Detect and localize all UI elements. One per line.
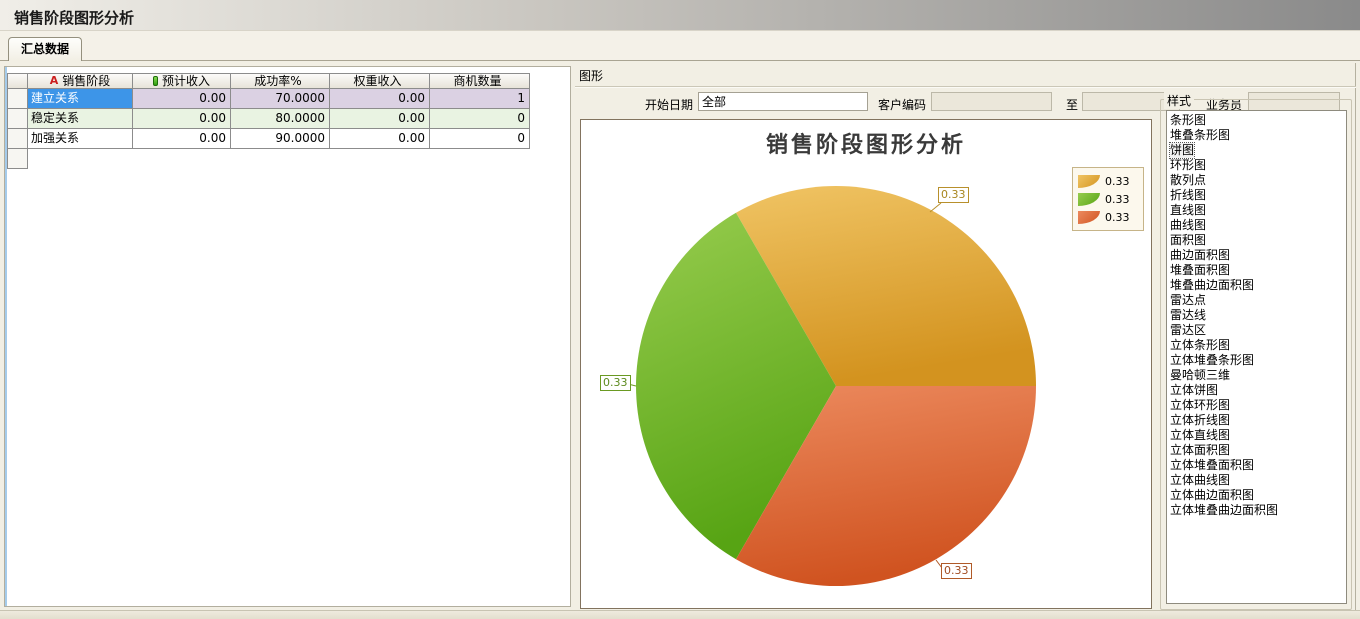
cell-expected[interactable]: 0.00 — [133, 109, 231, 129]
cell-stage[interactable]: 稳定关系 — [28, 109, 133, 129]
sort-a-icon: A — [50, 74, 59, 88]
style-list-item[interactable]: 雷达点 — [1168, 293, 1345, 308]
style-list-item[interactable]: 雷达区 — [1168, 323, 1345, 338]
legend-swatch-red-icon — [1078, 211, 1100, 224]
row-indicator — [8, 149, 28, 169]
customer-code-input[interactable] — [931, 92, 1052, 111]
style-list-item[interactable]: 直线图 — [1168, 203, 1345, 218]
style-list-item[interactable]: 面积图 — [1168, 233, 1345, 248]
pie-chart — [581, 120, 1151, 608]
style-list-item[interactable]: 堆叠曲边面积图 — [1168, 278, 1345, 293]
cell-expected[interactable]: 0.00 — [133, 89, 231, 109]
legend-item: 0.33 — [1078, 208, 1138, 226]
style-list-item[interactable]: 立体曲线图 — [1168, 473, 1345, 488]
chart-style-list[interactable]: 条形图 堆叠条形图 饼图 环形图 散列点 折线图 直线图 曲线图 面积图 曲边面… — [1166, 110, 1347, 604]
style-list-item[interactable]: 立体面积图 — [1168, 443, 1345, 458]
cell-count[interactable]: 1 — [430, 89, 530, 109]
style-group-title: 样式 — [1164, 92, 1194, 109]
cell-count[interactable]: 0 — [430, 129, 530, 149]
style-list-item[interactable]: 立体堆叠条形图 — [1168, 353, 1345, 368]
tab-strip: 汇总数据 — [0, 31, 1360, 61]
slice-label-red: 0.33 — [941, 563, 972, 579]
content-area: A 销售阶段 预计收入 成功率% 权重收入 商机数量 建立关系 0.00 70.… — [0, 61, 1360, 610]
column-header-success[interactable]: 成功率% — [231, 74, 330, 89]
cell-weighted[interactable]: 0.00 — [330, 109, 430, 129]
cell-weighted[interactable]: 0.00 — [330, 129, 430, 149]
tab-summary-data[interactable]: 汇总数据 — [8, 37, 82, 61]
style-list-item[interactable]: 散列点 — [1168, 173, 1345, 188]
leader-line-orange — [930, 203, 941, 212]
sales-stage-table: A 销售阶段 预计收入 成功率% 权重收入 商机数量 建立关系 0.00 70.… — [7, 73, 530, 169]
cell-success[interactable]: 70.0000 — [231, 89, 330, 109]
cell-success[interactable]: 80.0000 — [231, 109, 330, 129]
legend-swatch-green-icon — [1078, 193, 1100, 206]
column-header-weighted[interactable]: 权重收入 — [330, 74, 430, 89]
cell-success[interactable]: 90.0000 — [231, 129, 330, 149]
panel-divider — [575, 86, 1356, 88]
style-list-item[interactable]: 条形图 — [1168, 113, 1345, 128]
table-row[interactable]: 加强关系 0.00 90.0000 0.00 0 — [8, 129, 530, 149]
start-date-label: 开始日期 — [645, 96, 693, 113]
cell-count[interactable]: 0 — [430, 109, 530, 129]
table-row[interactable]: 建立关系 0.00 70.0000 0.00 1 — [8, 89, 530, 109]
slice-label-green: 0.33 — [600, 375, 631, 391]
style-list-item-selected[interactable]: 饼图 — [1168, 143, 1345, 158]
chart-legend: 0.33 0.33 0.33 — [1072, 167, 1144, 231]
page-title: 销售阶段图形分析 — [14, 7, 134, 28]
style-list-item[interactable]: 立体条形图 — [1168, 338, 1345, 353]
legend-swatch-orange-icon — [1078, 175, 1100, 188]
summary-table-panel: A 销售阶段 预计收入 成功率% 权重收入 商机数量 建立关系 0.00 70.… — [4, 66, 571, 607]
customer-code-label: 客户编码 — [878, 96, 926, 113]
style-list-item[interactable]: 曲线图 — [1168, 218, 1345, 233]
filter-pin-icon — [153, 76, 158, 86]
empty-indicator-row — [8, 149, 530, 169]
style-list-item[interactable]: 堆叠条形图 — [1168, 128, 1345, 143]
column-header-expected-label: 预计收入 — [162, 74, 210, 88]
graph-panel-title: 图形 — [579, 67, 603, 84]
row-indicator — [8, 129, 28, 149]
style-list-item[interactable]: 立体环形图 — [1168, 398, 1345, 413]
column-header-stage-label: 销售阶段 — [62, 74, 110, 88]
column-header-expected[interactable]: 预计收入 — [133, 74, 231, 89]
pie-chart-container: 销售阶段图形分析 0.33 0.33 0.33 0.33 0.33 0.33 — [580, 119, 1152, 609]
style-list-item[interactable]: 曼哈顿三维 — [1168, 368, 1345, 383]
chart-title: 销售阶段图形分析 — [581, 127, 1151, 159]
style-groupbox: 样式 条形图 堆叠条形图 饼图 环形图 散列点 折线图 直线图 曲线图 面积图 … — [1160, 99, 1352, 610]
window-titlebar: 销售阶段图形分析 — [0, 0, 1360, 31]
style-list-item[interactable]: 堆叠面积图 — [1168, 263, 1345, 278]
legend-item: 0.33 — [1078, 190, 1138, 208]
style-list-item[interactable]: 立体直线图 — [1168, 428, 1345, 443]
row-indicator-header — [8, 74, 28, 89]
style-list-item[interactable]: 环形图 — [1168, 158, 1345, 173]
style-list-item[interactable]: 立体堆叠曲边面积图 — [1168, 503, 1345, 518]
legend-item: 0.33 — [1078, 172, 1138, 190]
slice-label-orange: 0.33 — [938, 187, 969, 203]
column-header-count[interactable]: 商机数量 — [430, 74, 530, 89]
cell-stage-selected[interactable]: 建立关系 — [28, 89, 133, 109]
style-list-item[interactable]: 立体饼图 — [1168, 383, 1345, 398]
style-list-item[interactable]: 立体曲边面积图 — [1168, 488, 1345, 503]
style-list-item[interactable]: 雷达线 — [1168, 308, 1345, 323]
style-list-item[interactable]: 曲边面积图 — [1168, 248, 1345, 263]
row-indicator — [8, 109, 28, 129]
column-header-stage[interactable]: A 销售阶段 — [28, 74, 133, 89]
to-label: 至 — [1066, 96, 1078, 113]
table-row[interactable]: 稳定关系 0.00 80.0000 0.00 0 — [8, 109, 530, 129]
cell-expected[interactable]: 0.00 — [133, 129, 231, 149]
style-list-item[interactable]: 立体堆叠面积图 — [1168, 458, 1345, 473]
cell-stage[interactable]: 加强关系 — [28, 129, 133, 149]
row-indicator — [8, 89, 28, 109]
graph-panel: 图形 开始日期 客户编码 至 业务员 — [575, 63, 1356, 611]
style-list-item[interactable]: 立体折线图 — [1168, 413, 1345, 428]
bottom-status-strip — [0, 610, 1360, 619]
cell-weighted[interactable]: 0.00 — [330, 89, 430, 109]
style-list-item[interactable]: 折线图 — [1168, 188, 1345, 203]
table-header-row: A 销售阶段 预计收入 成功率% 权重收入 商机数量 — [8, 74, 530, 89]
start-date-input[interactable] — [698, 92, 868, 111]
